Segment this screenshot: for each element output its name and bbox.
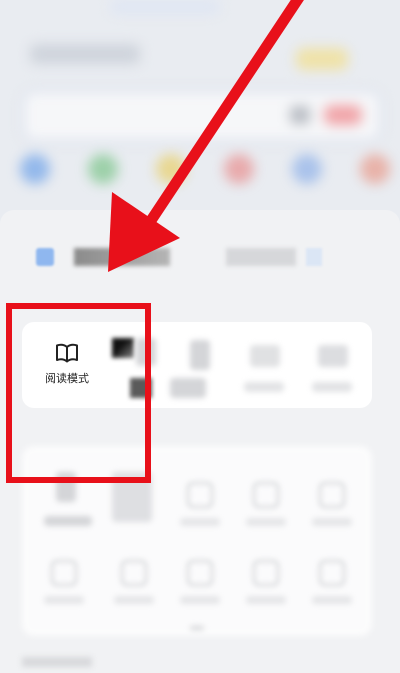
tool-item[interactable] — [246, 482, 286, 526]
tool-icon — [187, 482, 213, 508]
tool-label — [180, 596, 220, 604]
blurred-item[interactable] — [170, 378, 206, 398]
tool-item[interactable] — [312, 560, 352, 604]
bg-shortcut-icon — [224, 154, 254, 184]
blurred-item[interactable] — [250, 345, 280, 367]
bg-shortcut-icon — [20, 154, 50, 184]
bg-app-logo — [30, 44, 140, 64]
highlight-box — [6, 303, 151, 483]
blurred-item-label — [44, 516, 92, 526]
tool-label — [312, 518, 352, 526]
tool-icon — [319, 560, 345, 586]
tool-icon — [253, 560, 279, 586]
bg-camera-icon — [290, 106, 310, 124]
background-app — [0, 0, 400, 210]
bg-shortcut-icon — [88, 154, 118, 184]
blurred-item[interactable] — [190, 340, 210, 370]
header-title-blurred — [74, 248, 170, 266]
tool-item[interactable] — [246, 560, 286, 604]
bg-shortcut-icon — [292, 154, 322, 184]
bg-shortcut-icon — [156, 154, 186, 184]
tool-label — [180, 518, 220, 526]
tool-icon — [121, 560, 147, 586]
bg-shortcut-icon — [360, 154, 390, 184]
header-action-blurred[interactable] — [226, 248, 296, 266]
bg-search-button — [324, 105, 362, 125]
blurred-section-label — [22, 657, 92, 667]
tool-label — [246, 518, 286, 526]
blurred-item-label — [312, 382, 352, 392]
bg-shortcut-row — [20, 154, 390, 194]
tool-icon — [51, 560, 77, 586]
tool-icon — [253, 482, 279, 508]
tool-icon — [319, 482, 345, 508]
sheet-header — [0, 210, 400, 290]
bg-yellow-button — [296, 48, 348, 70]
tool-label — [246, 596, 286, 604]
tool-label — [312, 596, 352, 604]
bg-search-bar — [22, 90, 382, 142]
tool-item[interactable] — [180, 560, 220, 604]
blurred-item[interactable] — [318, 345, 348, 367]
tool-item[interactable] — [180, 482, 220, 526]
tool-item[interactable] — [312, 482, 352, 526]
tool-item[interactable] — [114, 560, 154, 604]
page-indicator — [190, 626, 204, 630]
tool-label — [114, 596, 154, 604]
tool-item[interactable] — [44, 560, 84, 604]
header-avatar — [36, 248, 54, 266]
header-action-icon[interactable] — [306, 248, 322, 266]
blurred-item-label — [244, 382, 284, 392]
bg-status-strip — [110, 0, 220, 14]
tool-icon — [187, 560, 213, 586]
tool-label — [44, 596, 84, 604]
